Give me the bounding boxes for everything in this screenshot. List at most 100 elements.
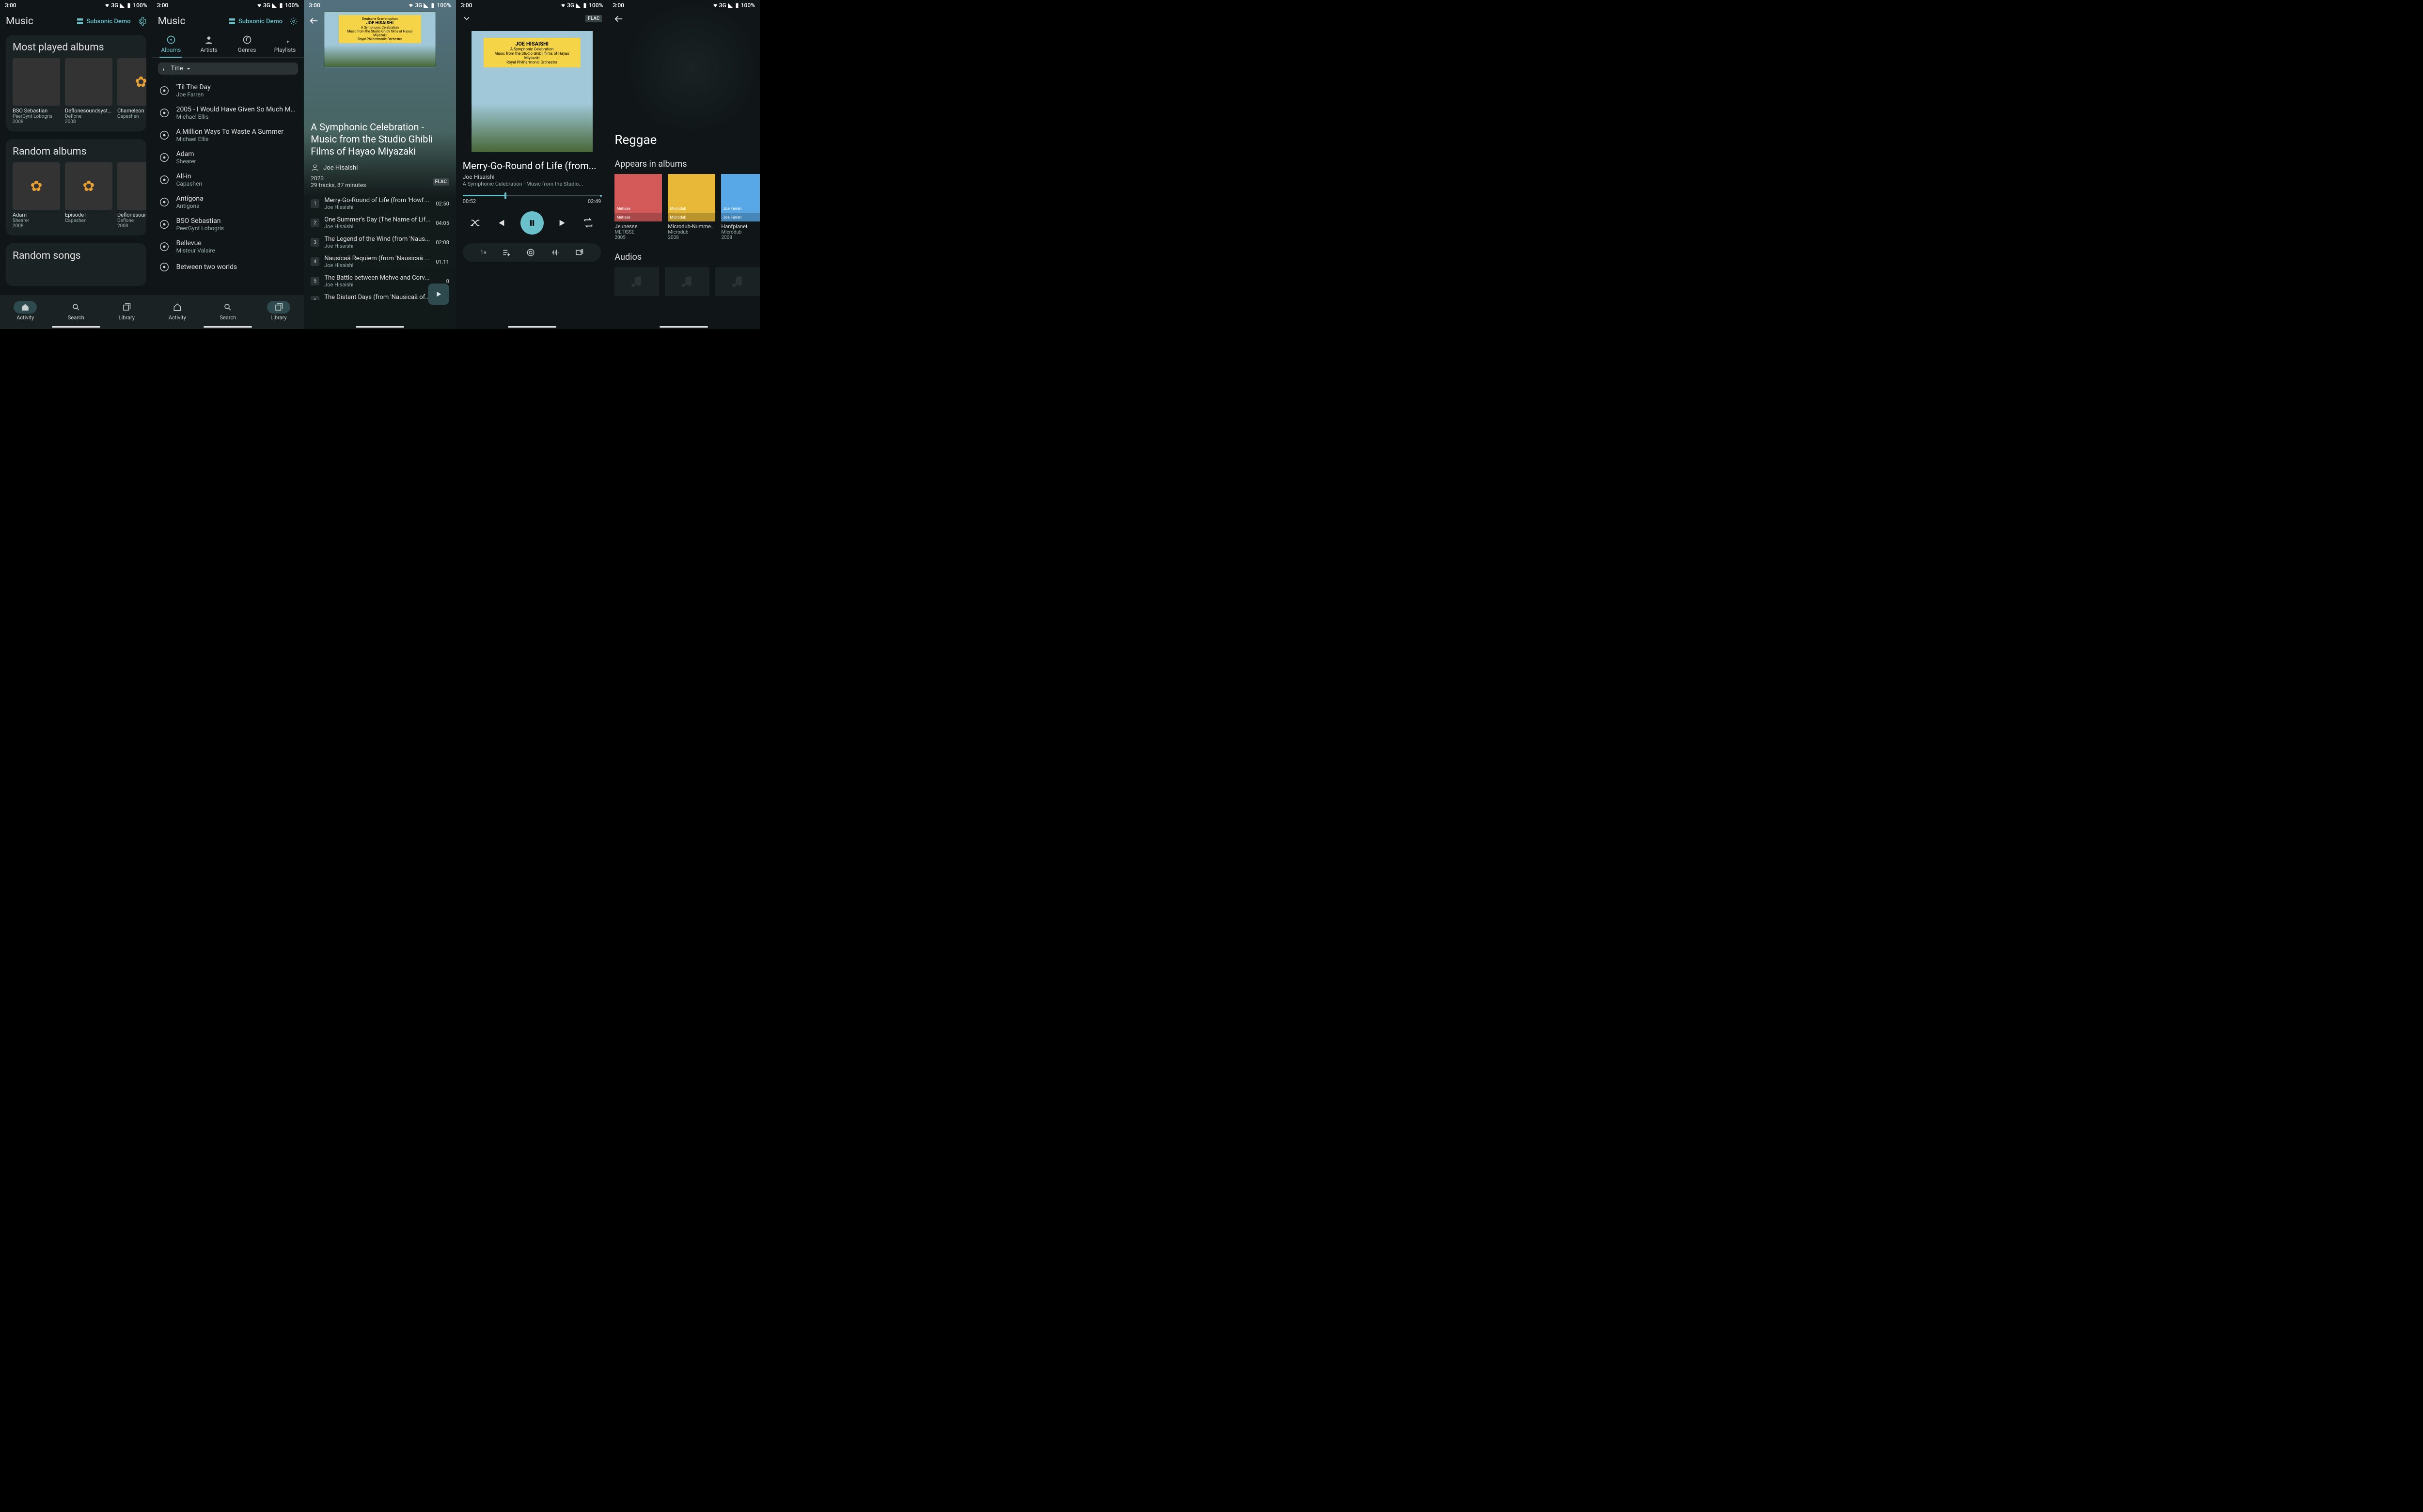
album-cover: Deutsche GrammophonJOE HISAISHIA Symphon… bbox=[324, 12, 436, 67]
playlist-icon bbox=[280, 35, 290, 45]
arrow-left-icon bbox=[309, 16, 319, 26]
track-artist[interactable]: Joe Hisaishi bbox=[463, 173, 601, 180]
disc-icon bbox=[159, 241, 170, 252]
album-list-item[interactable]: BSO SebastianPeerGynt Lobogris bbox=[152, 213, 304, 236]
gear-icon[interactable] bbox=[138, 17, 146, 26]
track-row[interactable]: 4Nausicaä Requiem (from 'Nausicaä ...Joe… bbox=[304, 252, 456, 271]
server-icon bbox=[228, 17, 236, 26]
sort-chip[interactable]: Title bbox=[158, 63, 299, 75]
battery-icon bbox=[278, 2, 284, 8]
repeat-button[interactable] bbox=[583, 218, 594, 228]
album-card[interactable]: MetisseMetisseJeunesseMETISSE2005 bbox=[614, 174, 662, 240]
queue-button[interactable] bbox=[575, 248, 583, 257]
equalizer-button[interactable] bbox=[551, 248, 559, 257]
album-list-item[interactable]: AntígonaAntígona bbox=[152, 191, 304, 213]
nav-library[interactable]: Library bbox=[267, 301, 290, 321]
track-artist: Joe Hisaishi bbox=[324, 223, 431, 230]
shuffle-button[interactable] bbox=[470, 218, 481, 228]
app-title: Music bbox=[6, 16, 33, 27]
audios-row[interactable] bbox=[614, 267, 760, 296]
album-artist: Shearer bbox=[176, 158, 298, 165]
track-number: 6 bbox=[311, 296, 319, 300]
wifi-icon bbox=[712, 2, 718, 8]
album-card[interactable]: Joe FarrenJoe FarrenHanfplanetMicrodub20… bbox=[721, 174, 760, 240]
gesture-bar bbox=[508, 326, 556, 328]
album-list-item[interactable]: A Million Ways To Waste A SummerMichael … bbox=[152, 124, 304, 146]
network-label: 3G bbox=[567, 2, 574, 9]
track-title: The Legend of the Wind (from 'Naus... bbox=[324, 236, 431, 243]
server-chip[interactable]: Subsonic Demo bbox=[228, 17, 283, 26]
audio-item[interactable] bbox=[715, 267, 760, 296]
track-album[interactable]: A Symphonic Celebration - Music from the… bbox=[463, 181, 601, 187]
album-title: Microdub-Nummer eins bbox=[668, 223, 715, 230]
clock: 3:00 bbox=[157, 2, 169, 9]
gesture-bar bbox=[204, 326, 252, 328]
album-list[interactable]: 'Til The DayJoe Farren2005 - I Would Hav… bbox=[152, 79, 304, 329]
previous-button[interactable] bbox=[495, 218, 506, 228]
disc-icon bbox=[159, 108, 170, 118]
album-card[interactable]: BSO SebastianPeerGynt Lobogris2008 bbox=[13, 58, 60, 125]
track-artist: Joe Hisaishi bbox=[324, 282, 441, 288]
nav-search[interactable]: Search bbox=[64, 301, 88, 321]
battery-label: 100% bbox=[285, 2, 299, 9]
gesture-bar bbox=[660, 326, 708, 328]
track-row[interactable]: 3The Legend of the Wind (from 'Naus...Jo… bbox=[304, 233, 456, 252]
album-artist-row[interactable]: Joe Hisaishi bbox=[311, 163, 449, 172]
seek-bar[interactable] bbox=[463, 195, 601, 196]
pause-button[interactable] bbox=[520, 211, 544, 235]
album-card[interactable]: MicrodubMicrodubMicrodub-Nummer einsMicr… bbox=[668, 174, 715, 240]
album-list-item[interactable]: All-inCapashen bbox=[152, 169, 304, 191]
track-row[interactable]: 2One Summer's Day (The Name of Lif...Joe… bbox=[304, 213, 456, 233]
bottom-nav: Activity Search Library bbox=[0, 295, 152, 329]
album-artist: Antígona bbox=[176, 203, 298, 209]
tab-artists[interactable]: Artists bbox=[190, 31, 228, 57]
track-duration: 02:08 bbox=[436, 239, 449, 246]
signal-icon bbox=[119, 2, 125, 8]
next-button[interactable] bbox=[558, 218, 568, 228]
battery-label: 100% bbox=[589, 2, 603, 9]
album-list-item[interactable]: 2005 - I Would Have Given So Much MoreMi… bbox=[152, 102, 304, 124]
album-card[interactable]: DeflonesounDeflone2008 bbox=[117, 162, 146, 229]
nav-search[interactable]: Search bbox=[216, 301, 239, 321]
collapse-button[interactable] bbox=[462, 14, 472, 23]
section-title: Appears in albums bbox=[614, 159, 753, 169]
audio-item[interactable] bbox=[614, 267, 659, 296]
track-row[interactable]: 1Merry-Go-Round of Life (from 'Howl'...J… bbox=[304, 194, 456, 213]
album-list-item[interactable]: BellevueMisteur Valaire bbox=[152, 236, 304, 258]
now-playing-screen: 3:00 3G100% FLAC JOE HISAISHIA Symphonic… bbox=[456, 0, 608, 329]
total-time: 02:49 bbox=[588, 198, 601, 205]
play-button[interactable] bbox=[428, 284, 449, 305]
nav-activity[interactable]: Activity bbox=[166, 301, 189, 321]
tab-albums[interactable]: Albums bbox=[152, 31, 190, 57]
back-button[interactable] bbox=[608, 9, 760, 31]
queue-add-button[interactable] bbox=[502, 248, 511, 257]
disc-icon bbox=[159, 130, 170, 141]
server-chip[interactable]: Subsonic Demo bbox=[76, 17, 130, 26]
album-card[interactable]: Episode ICapashen bbox=[65, 162, 112, 229]
album-artist: PeerGynt Lobogris bbox=[176, 225, 298, 232]
app-header: Music Subsonic Demo bbox=[152, 9, 304, 31]
album-card[interactable]: ChameleonCapashen bbox=[117, 58, 146, 125]
audio-item[interactable] bbox=[665, 267, 709, 296]
nav-activity[interactable]: Activity bbox=[14, 301, 37, 321]
status-bar: 3:00 3G 100% bbox=[0, 0, 152, 9]
back-button[interactable] bbox=[309, 16, 319, 28]
tab-playlists[interactable]: Playlists bbox=[266, 31, 304, 57]
album-card[interactable]: AdamShearer2008 bbox=[13, 162, 60, 229]
nav-library[interactable]: Library bbox=[115, 301, 138, 321]
album-list-item[interactable]: 'Til The DayJoe Farren bbox=[152, 79, 304, 102]
album-list-item[interactable]: Between two worlds bbox=[152, 258, 304, 276]
note-icon bbox=[680, 274, 694, 289]
genre-album-row[interactable]: MetisseMetisseJeunesseMETISSE2005Microdu… bbox=[614, 174, 760, 240]
album-list-item[interactable]: AdamShearer bbox=[152, 146, 304, 169]
speed-button[interactable]: 1× bbox=[480, 249, 487, 256]
battery-icon bbox=[430, 2, 436, 8]
cast-button[interactable] bbox=[526, 248, 535, 257]
album-card[interactable]: DeflonesoundsystemDeflone2008 bbox=[65, 58, 112, 125]
album-title: A Symphonic Celebration - Music from the… bbox=[311, 121, 449, 158]
server-name: Subsonic Demo bbox=[86, 18, 130, 25]
tab-genres[interactable]: Genres bbox=[228, 31, 266, 57]
library-icon bbox=[274, 303, 283, 312]
album-artist: Microdub bbox=[721, 230, 760, 235]
gear-icon[interactable] bbox=[289, 17, 298, 26]
